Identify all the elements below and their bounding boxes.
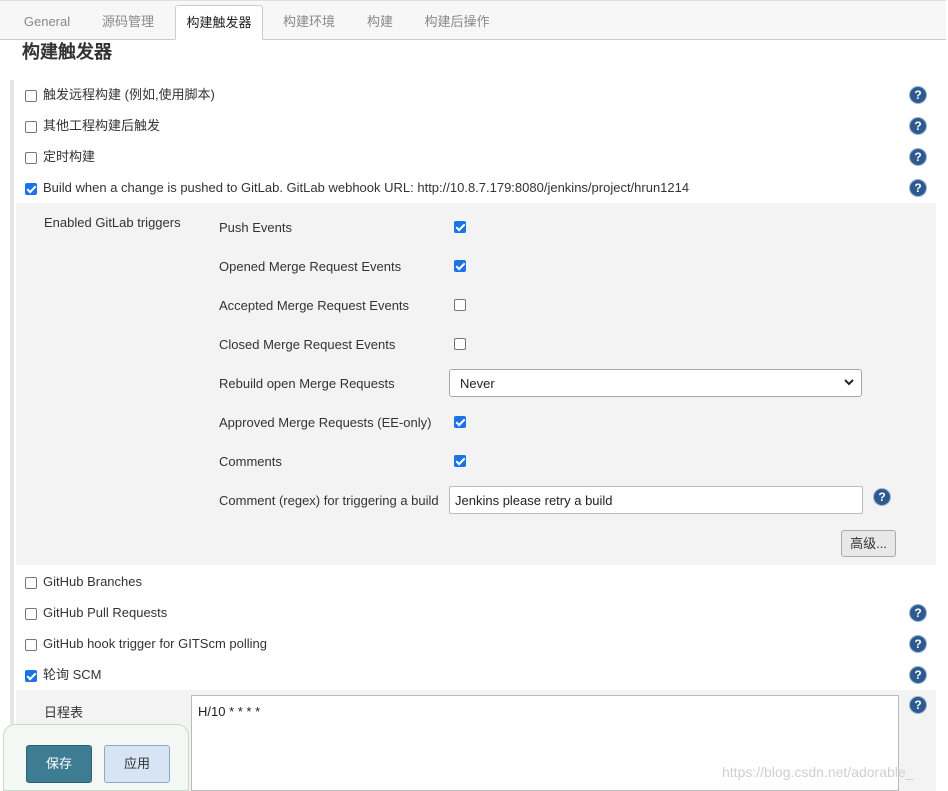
tab-build-triggers[interactable]: 构建触发器 [175, 5, 263, 40]
watermark: https://blog.csdn.net/adorable_ [722, 764, 914, 780]
trigger-gitlab-checkbox[interactable] [25, 182, 37, 195]
help-icon[interactable]: ? [910, 87, 926, 103]
help-icon[interactable]: ? [874, 489, 890, 505]
trigger-periodic-row[interactable]: 定时构建 [25, 146, 95, 168]
trigger-github-branches-row[interactable]: GitHub Branches [25, 571, 142, 593]
help-icon[interactable]: ? [910, 149, 926, 165]
trigger-github-hook-row[interactable]: GitHub hook trigger for GITScm polling [25, 633, 267, 655]
approved-mr-label: Approved Merge Requests (EE-only) [219, 415, 432, 430]
comment-regex-label: Comment (regex) for triggering a build [219, 493, 439, 508]
trigger-poll-scm-checkbox[interactable] [25, 669, 37, 682]
tab-bar: General 源码管理 构建触发器 构建环境 构建 构建后操作 [0, 0, 946, 40]
comments-label: Comments [219, 454, 282, 469]
trigger-poll-scm-row[interactable]: 轮询 SCM [25, 664, 102, 686]
approved-mr-checkbox[interactable] [454, 416, 466, 428]
trigger-periodic-checkbox[interactable] [25, 151, 37, 164]
trigger-github-hook-checkbox[interactable] [25, 638, 37, 651]
help-icon[interactable]: ? [910, 605, 926, 621]
closed-mr-label: Closed Merge Request Events [219, 337, 396, 352]
apply-button[interactable]: 应用 [104, 745, 170, 783]
accepted-mr-checkbox[interactable] [454, 299, 466, 311]
tab-source-management[interactable]: 源码管理 [96, 5, 160, 38]
comment-regex-input[interactable]: Jenkins please retry a build [449, 486, 863, 514]
trigger-periodic-label: 定时构建 [43, 149, 96, 164]
advanced-button[interactable]: 高级... [841, 530, 896, 557]
trigger-github-pr-label: GitHub Pull Requests [43, 605, 168, 620]
trigger-gitlab-label: Build when a change is pushed to GitLab.… [43, 180, 690, 195]
help-icon[interactable]: ? [910, 636, 926, 652]
trigger-remote-label: 触发远程构建 (例如,使用脚本) [43, 87, 215, 102]
accepted-mr-label: Accepted Merge Request Events [219, 298, 410, 313]
rebuild-open-mr-value: Never [460, 376, 495, 391]
rebuild-open-mr-label: Rebuild open Merge Requests [219, 376, 395, 391]
schedule-label: 日程表 [44, 705, 84, 720]
trigger-gitlab-row[interactable]: Build when a change is pushed to GitLab.… [25, 177, 689, 199]
trigger-github-branches-label: GitHub Branches [43, 574, 142, 589]
help-icon[interactable]: ? [910, 697, 926, 713]
trigger-remote-row[interactable]: 触发远程构建 (例如,使用脚本) [25, 84, 215, 106]
trigger-remote-checkbox[interactable] [25, 89, 37, 102]
schedule-value: H/10 * * * * [198, 704, 261, 719]
comment-regex-value: Jenkins please retry a build [455, 493, 613, 508]
help-icon[interactable]: ? [910, 667, 926, 683]
save-button[interactable]: 保存 [26, 745, 92, 783]
tab-post-build[interactable]: 构建后操作 [418, 5, 496, 38]
trigger-github-branches-checkbox[interactable] [25, 576, 37, 589]
section-title: 构建触发器 [22, 42, 112, 62]
tab-general[interactable]: General [18, 5, 76, 38]
trigger-github-pr-row[interactable]: GitHub Pull Requests [25, 602, 167, 624]
push-events-label: Push Events [219, 220, 292, 235]
trigger-after-other-label: 其他工程构建后触发 [43, 118, 161, 133]
rebuild-open-mr-select[interactable]: Never [449, 369, 862, 397]
help-icon[interactable]: ? [910, 118, 926, 134]
opened-mr-checkbox[interactable] [454, 260, 466, 272]
trigger-github-pr-checkbox[interactable] [25, 607, 37, 620]
trigger-after-other-checkbox[interactable] [25, 120, 37, 133]
opened-mr-label: Opened Merge Request Events [219, 259, 402, 274]
push-events-checkbox[interactable] [454, 221, 466, 233]
section-left-bar [10, 80, 14, 791]
comments-checkbox[interactable] [454, 455, 466, 467]
enabled-gitlab-triggers-label: Enabled GitLab triggers [44, 215, 181, 230]
trigger-github-hook-label: GitHub hook trigger for GITScm polling [43, 636, 267, 651]
trigger-after-other-row[interactable]: 其他工程构建后触发 [25, 115, 160, 137]
trigger-poll-scm-label: 轮询 SCM [43, 667, 102, 682]
help-icon[interactable]: ? [910, 180, 926, 196]
tab-build[interactable]: 构建 [360, 5, 400, 38]
closed-mr-checkbox[interactable] [454, 338, 466, 350]
tab-build-environment[interactable]: 构建环境 [276, 5, 342, 38]
chevron-down-icon [843, 374, 855, 393]
